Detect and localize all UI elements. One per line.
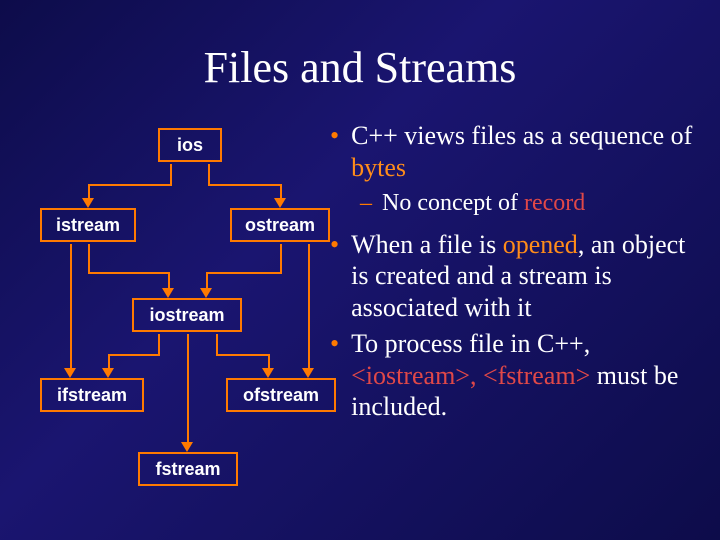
arrow-head: [302, 368, 314, 378]
node-iostream: iostream: [132, 298, 242, 332]
bullet-2-highlight: opened: [503, 230, 578, 259]
bullet-dot-icon: •: [330, 229, 339, 324]
sub-text: No concept of: [382, 190, 524, 216]
arrow: [216, 334, 218, 354]
node-istream: istream: [40, 208, 136, 242]
bullet-1-text: C++ views files as a sequence of: [351, 121, 692, 150]
bullet-2: • When a file is opened, an object is cr…: [330, 229, 708, 324]
bullet-dot-icon: •: [330, 120, 339, 183]
arrow: [280, 244, 282, 272]
arrow: [187, 334, 189, 444]
arrow-head: [82, 198, 94, 208]
arrow-head: [274, 198, 286, 208]
node-ifstream: ifstream: [40, 378, 144, 412]
node-fstream: fstream: [138, 452, 238, 486]
arrow-head: [64, 368, 76, 378]
arrow: [216, 354, 268, 356]
arrow: [70, 244, 72, 370]
bullet-1-sub: – No concept of record: [360, 189, 708, 218]
arrow-head: [162, 288, 174, 298]
bullet-list: • C++ views files as a sequence of bytes…: [330, 120, 708, 427]
bullet-3-text-a: To process file in C++,: [351, 329, 590, 358]
arrow: [170, 164, 172, 184]
class-hierarchy-diagram: ios istream ostream iostream ifstream of…: [30, 128, 350, 508]
arrow: [208, 184, 280, 186]
arrow: [108, 354, 160, 356]
arrow-head: [181, 442, 193, 452]
bullet-1: • C++ views files as a sequence of bytes: [330, 120, 708, 183]
arrow: [158, 334, 160, 354]
arrow: [208, 164, 210, 184]
arrow-head: [262, 368, 274, 378]
arrow: [308, 244, 310, 370]
bullet-3: • To process file in C++, <iostream>, <f…: [330, 328, 708, 423]
slide-title: Files and Streams: [0, 42, 720, 93]
arrow: [88, 244, 90, 272]
bullet-dot-icon: •: [330, 328, 339, 423]
sub-highlight: record: [524, 190, 585, 216]
arrow-head: [200, 288, 212, 298]
node-ofstream: ofstream: [226, 378, 336, 412]
node-ostream: ostream: [230, 208, 330, 242]
node-ios: ios: [158, 128, 222, 162]
bullet-3-highlight: <iostream>, <fstream>: [351, 361, 590, 390]
bullet-2-text-a: When a file is: [351, 230, 503, 259]
arrow-head: [102, 368, 114, 378]
bullet-1-highlight: bytes: [351, 153, 406, 182]
dash-icon: –: [360, 189, 372, 218]
arrow: [88, 184, 172, 186]
arrow: [88, 272, 168, 274]
arrow: [206, 272, 282, 274]
